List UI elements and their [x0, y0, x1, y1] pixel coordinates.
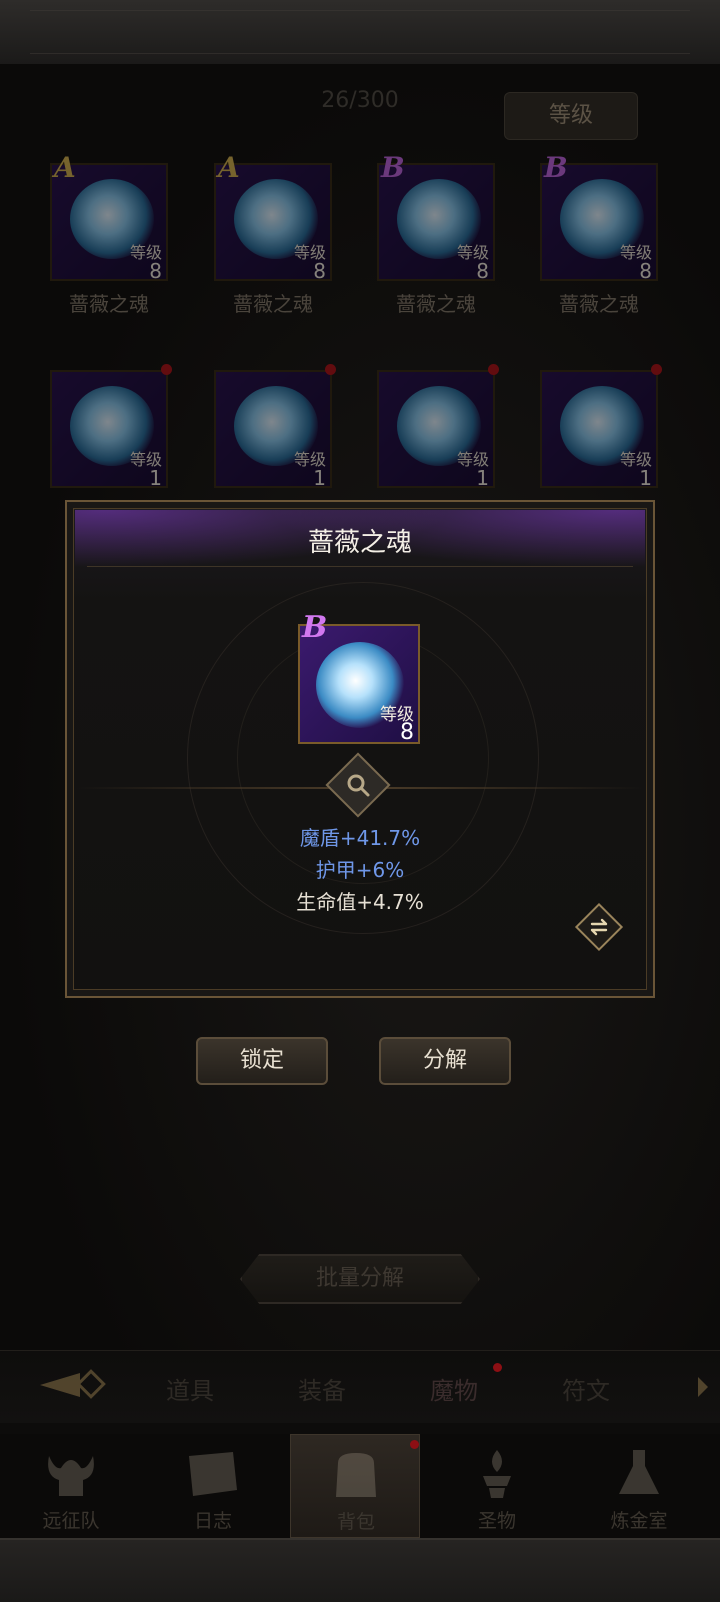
- grade-badge: B: [544, 151, 568, 184]
- level-value: 8: [400, 720, 414, 745]
- level-value: 1: [313, 466, 326, 490]
- grade-badge: A: [218, 151, 240, 184]
- category-tab-bar: 道具 装备 魔物 符文: [0, 1350, 720, 1423]
- grade-badge: B: [381, 151, 405, 184]
- swap-icon: [590, 918, 608, 936]
- sort-by-level-button[interactable]: 等级: [504, 92, 638, 140]
- slot-name: 蔷薇之魂: [69, 292, 149, 316]
- scroll-icon: [189, 1452, 237, 1496]
- nav-label: 远征队: [42, 1510, 100, 1532]
- notification-dot: [410, 1440, 419, 1449]
- back-arrow-icon[interactable]: [36, 1365, 106, 1405]
- nav-journal[interactable]: 日志: [148, 1434, 278, 1538]
- item-detail-panel: 蔷薇之魂 B 等级 8 魔盾+41.7% 护甲+6% 生命值+4.7%: [65, 500, 655, 998]
- new-item-dot: [651, 364, 662, 375]
- tab-monsters[interactable]: 魔物: [430, 1371, 478, 1406]
- new-item-dot: [161, 364, 172, 375]
- alchemy-icon: [619, 1450, 659, 1494]
- bottom-frame: [0, 1538, 720, 1602]
- inventory-slot[interactable]: B 等级 8: [377, 151, 495, 283]
- inventory-slot[interactable]: 等级 1: [214, 364, 336, 490]
- stat-line: 魔盾+41.7%: [299, 826, 421, 850]
- level-value: 8: [639, 259, 652, 283]
- nav-alchemy[interactable]: 炼金室: [574, 1434, 704, 1538]
- level-value: 1: [639, 466, 652, 490]
- nav-expedition[interactable]: 远征队: [6, 1434, 136, 1538]
- grade-badge: A: [54, 151, 76, 184]
- level-value: 8: [313, 259, 326, 283]
- notification-dot: [493, 1363, 502, 1372]
- stat-line: 生命值+4.7%: [296, 890, 424, 914]
- item-preview: B 等级 8: [298, 610, 420, 745]
- top-banner: [0, 0, 720, 66]
- nav-label: 背包: [336, 1511, 375, 1533]
- nav-label: 炼金室: [610, 1510, 668, 1532]
- nav-relics[interactable]: 圣物: [432, 1434, 562, 1538]
- level-value: 1: [149, 466, 162, 490]
- bottom-nav: 远征队 日志 背包 圣物 炼金室: [0, 1434, 720, 1538]
- backpack-icon: [336, 1453, 376, 1497]
- batch-decompose-button[interactable]: 批量分解: [240, 1254, 480, 1304]
- level-value: 1: [476, 466, 489, 490]
- tab-equipment[interactable]: 装备: [298, 1371, 346, 1406]
- inventory-slot[interactable]: A 等级 8: [50, 151, 168, 283]
- nav-backpack[interactable]: 背包: [290, 1434, 420, 1538]
- grade-badge: B: [302, 610, 328, 645]
- inventory-slot[interactable]: B 等级 8: [540, 151, 658, 283]
- inventory-slot[interactable]: 等级 1: [50, 364, 172, 490]
- inventory-slot[interactable]: 等级 1: [540, 364, 662, 490]
- slot-name: 蔷薇之魂: [233, 292, 313, 316]
- item-title: 蔷薇之魂: [307, 528, 412, 558]
- viking-helmet-icon: [48, 1456, 94, 1496]
- relic-icon: [483, 1450, 511, 1498]
- level-value: 8: [476, 259, 489, 283]
- slot-name: 蔷薇之魂: [559, 292, 639, 316]
- inventory-slot[interactable]: A 等级 8: [214, 151, 332, 283]
- chevron-right-icon[interactable]: [696, 1375, 710, 1399]
- search-icon: [347, 774, 370, 797]
- tab-runes[interactable]: 符文: [562, 1371, 610, 1406]
- nav-label: 圣物: [477, 1510, 516, 1532]
- tab-items[interactable]: 道具: [166, 1371, 214, 1406]
- decompose-button[interactable]: 分解: [379, 1037, 511, 1085]
- level-value: 8: [149, 259, 162, 283]
- new-item-dot: [488, 364, 499, 375]
- inventory-slot[interactable]: 等级 1: [377, 364, 499, 490]
- lock-button[interactable]: 锁定: [196, 1037, 328, 1085]
- title-divider: [87, 566, 633, 567]
- slot-name: 蔷薇之魂: [396, 292, 476, 316]
- new-item-dot: [325, 364, 336, 375]
- nav-label: 日志: [193, 1510, 232, 1532]
- stat-line: 护甲+6%: [315, 858, 405, 882]
